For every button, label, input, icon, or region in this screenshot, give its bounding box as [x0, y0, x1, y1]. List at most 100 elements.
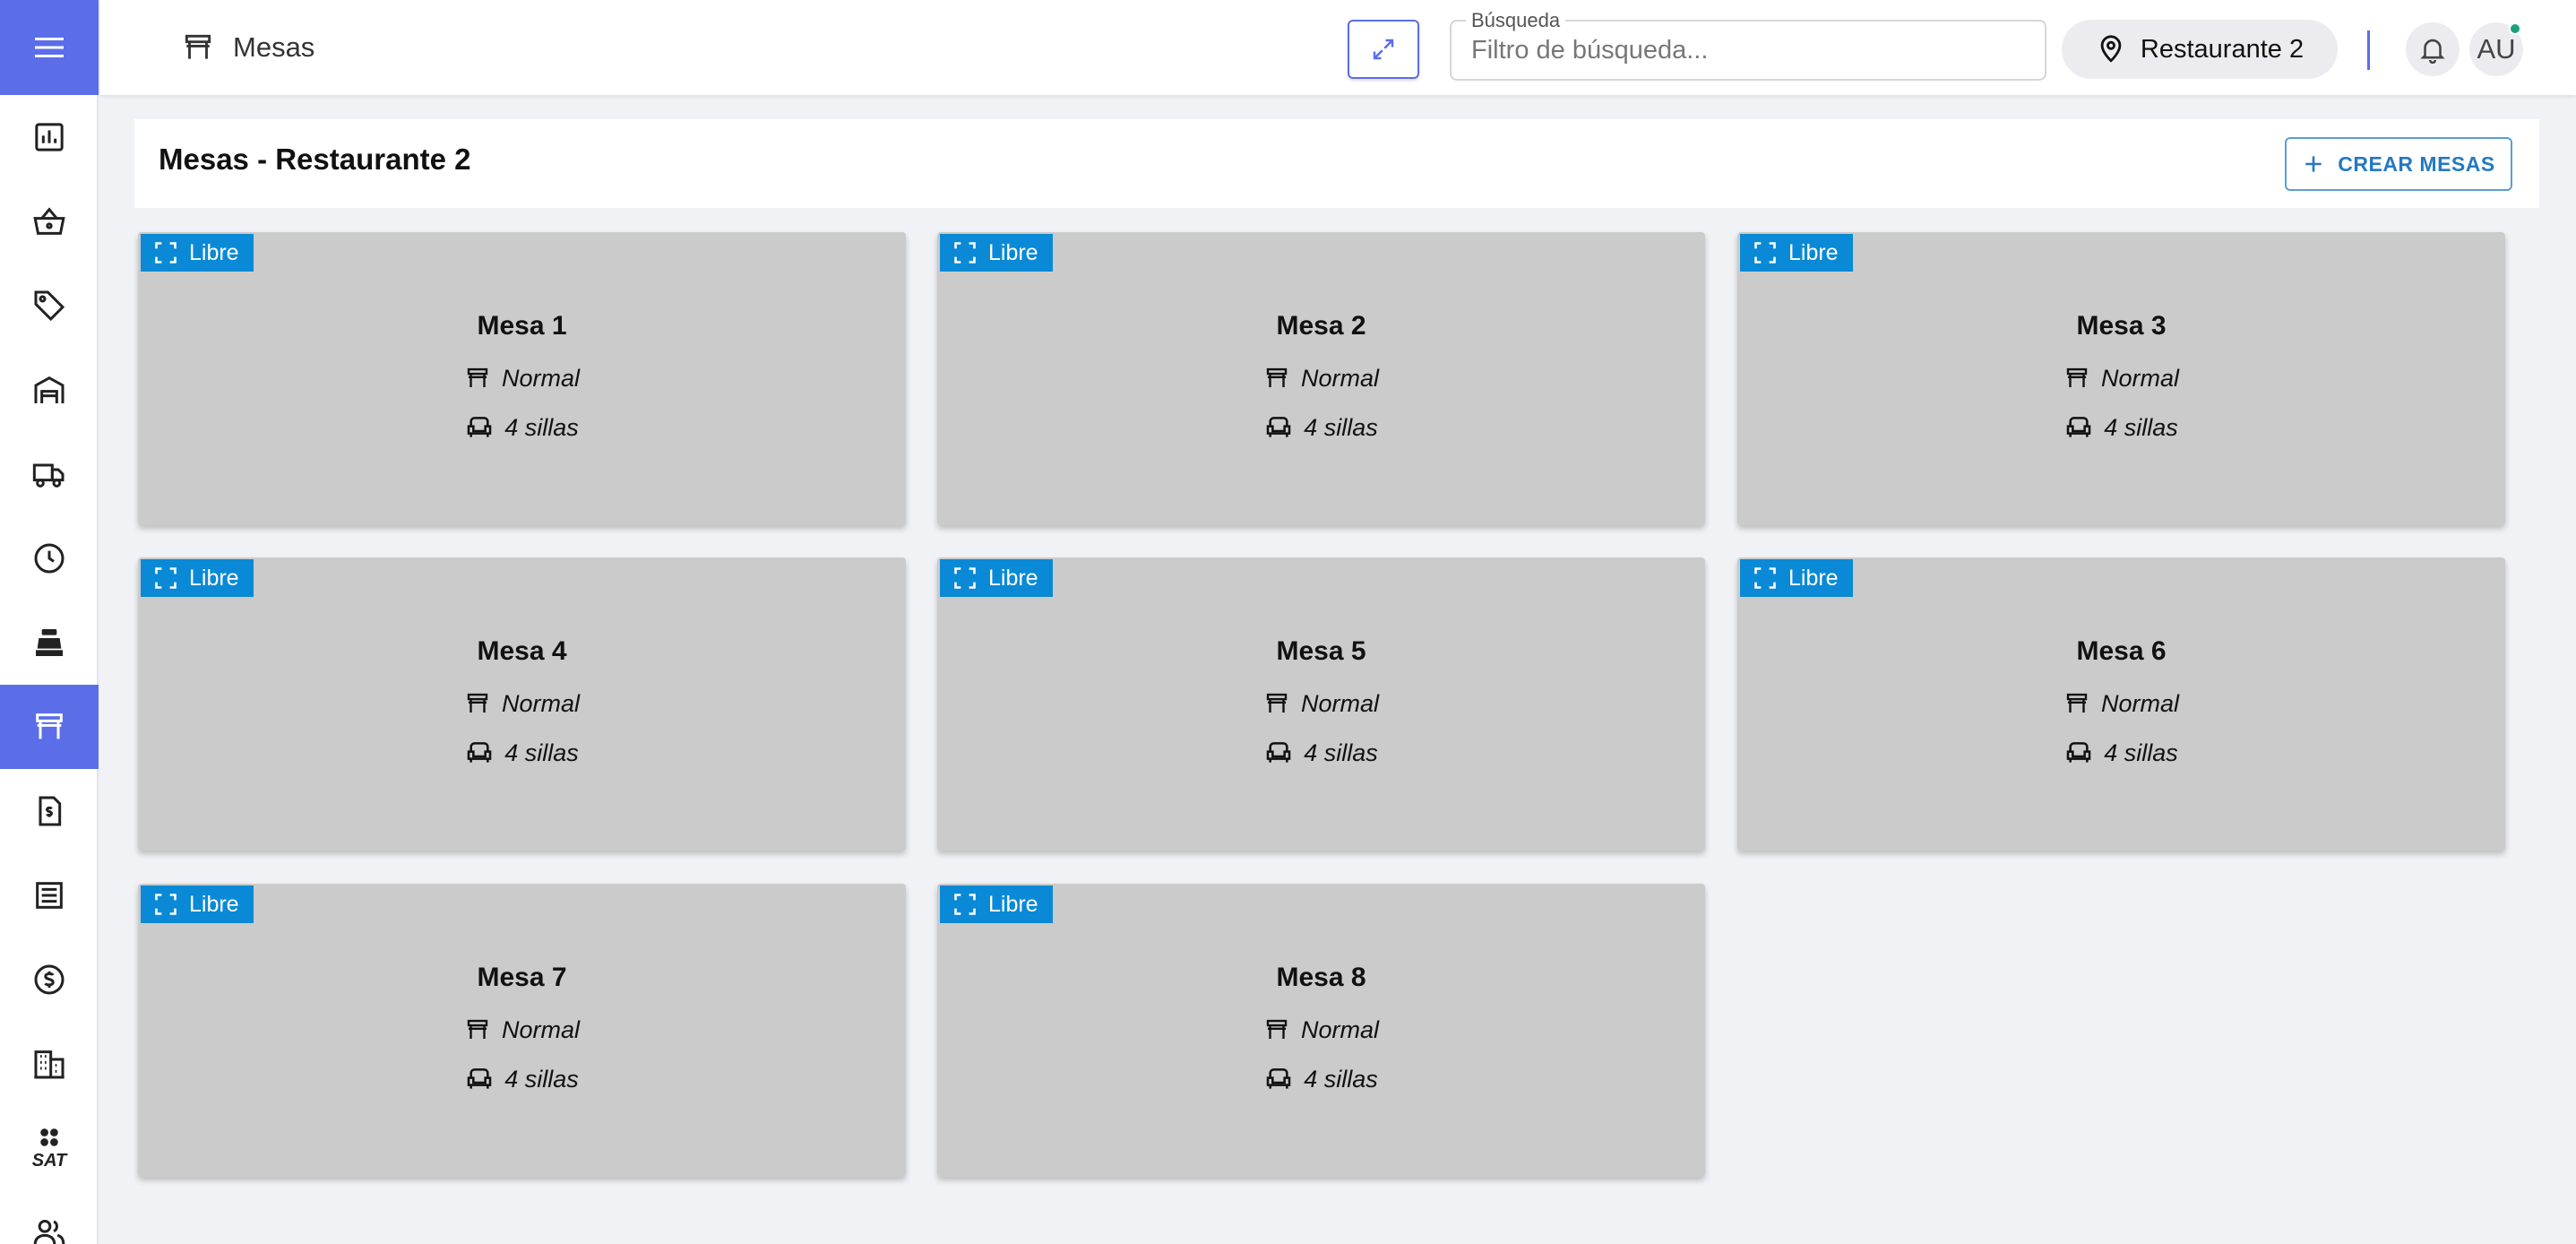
table-type: Normal	[937, 1012, 1705, 1048]
table-card[interactable]: Libre Mesa 5 Normal 4 sillas	[937, 557, 1705, 851]
breadcrumb: Mesas	[181, 27, 314, 68]
sidebar-item-invoices[interactable]	[0, 769, 99, 853]
table-chairs-label: 4 sillas	[2104, 739, 2178, 766]
page-title: Mesas - Restaurante 2	[159, 143, 471, 176]
table-type-label: Normal	[1300, 689, 1379, 717]
sidebar-item-delivery[interactable]	[0, 432, 99, 516]
table-name: Mesa 8	[1276, 963, 1366, 992]
bell-icon	[2420, 39, 2445, 65]
table-chairs-label: 4 sillas	[1304, 1065, 1378, 1093]
status-label: Libre	[988, 239, 1038, 265]
location-label: Restaurante 2	[2140, 34, 2305, 64]
create-tables-label: CREAR MESAS	[2338, 151, 2495, 176]
table-card[interactable]: Libre Mesa 3 Normal 4 sillas	[1737, 232, 2505, 525]
table-type-label: Normal	[2100, 364, 2179, 392]
sidebar-item-sat[interactable]: SAT	[0, 1106, 99, 1190]
table-card[interactable]: Libre Mesa 4 Normal 4 sillas	[138, 557, 906, 851]
table-icon	[1266, 1019, 1288, 1039]
status-badge: Libre	[1740, 234, 1853, 272]
table-chairs: 4 sillas	[937, 410, 1705, 445]
notifications-button[interactable]	[2406, 22, 2460, 76]
fullscreen-icon	[155, 242, 177, 263]
sidebar-item-receipts[interactable]	[0, 853, 99, 937]
sidebar-item-payments[interactable]	[0, 937, 99, 1022]
sidebar-item-history[interactable]	[0, 516, 99, 600]
fullscreen-icon	[155, 894, 177, 915]
table-icon	[467, 693, 488, 713]
sat-icon	[40, 1127, 58, 1146]
clock-icon	[34, 543, 65, 574]
register-icon	[36, 629, 63, 656]
user-avatar[interactable]: AU	[2469, 22, 2523, 76]
online-status-dot	[2509, 22, 2521, 35]
location-selector[interactable]: Restaurante 2	[2062, 20, 2338, 79]
basket-icon	[33, 207, 65, 235]
table-card[interactable]: Libre Mesa 6 Normal 4 sillas	[1737, 557, 2505, 851]
table-name: Mesa 3	[2076, 311, 2167, 341]
fullscreen-icon	[954, 894, 976, 915]
sidebar-item-companies[interactable]	[0, 1022, 99, 1106]
page-header: Mesas - Restaurante 2 CREAR MESAS	[134, 119, 2539, 208]
table-name: Mesa 6	[2076, 636, 2167, 666]
status-label: Libre	[189, 891, 239, 917]
table-card[interactable]: Libre Mesa 8 Normal 4 sillas	[937, 884, 1705, 1177]
dollar-icon	[34, 964, 65, 995]
fullscreen-icon	[1754, 567, 1776, 589]
table-type-label: Normal	[2100, 689, 2179, 717]
table-chairs: 4 sillas	[937, 1061, 1705, 1097]
search-input[interactable]	[1471, 22, 2027, 79]
table-icon	[185, 34, 211, 59]
table-icon	[467, 1019, 488, 1039]
table-card[interactable]: Libre Mesa 2 Normal 4 sillas	[937, 232, 1705, 525]
building-icon	[34, 1050, 65, 1079]
tag-icon	[34, 290, 65, 322]
table-chairs-label: 4 sillas	[1304, 413, 1378, 441]
sidebar-item-dashboard[interactable]	[0, 95, 99, 179]
bar-chart-icon	[35, 123, 64, 151]
receipt-icon	[36, 882, 63, 909]
table-chairs-label: 4 sillas	[2104, 413, 2178, 441]
sidebar-item-cash-register[interactable]	[0, 600, 99, 685]
sidebar-item-warehouse[interactable]	[0, 348, 99, 432]
table-type: Normal	[138, 1012, 906, 1048]
table-chairs-label: 4 sillas	[504, 413, 579, 441]
fullscreen-button[interactable]	[1348, 20, 1419, 79]
sidebar: SAT	[0, 0, 99, 1244]
armchair-icon	[2066, 742, 2091, 763]
table-icon	[1266, 367, 1288, 387]
fullscreen-icon	[155, 567, 177, 589]
status-label: Libre	[189, 239, 239, 265]
fullscreen-icon	[1754, 242, 1776, 263]
table-type: Normal	[138, 686, 906, 721]
table-card[interactable]: Libre Mesa 7 Normal 4 sillas	[138, 884, 906, 1177]
table-type-label: Normal	[1300, 1015, 1379, 1043]
table-card[interactable]: Libre Mesa 1 Normal 4 sillas	[138, 232, 906, 525]
armchair-icon	[467, 1068, 492, 1089]
table-type-label: Normal	[501, 689, 580, 717]
table-chairs-label: 4 sillas	[504, 739, 579, 766]
status-label: Libre	[189, 565, 239, 591]
table-name: Mesa 7	[477, 963, 567, 992]
table-icon	[1266, 693, 1288, 713]
sidebar-item-sales[interactable]	[0, 179, 99, 263]
hamburger-icon	[35, 38, 64, 57]
table-type-label: Normal	[501, 1015, 580, 1043]
table-chairs: 4 sillas	[1737, 410, 2505, 445]
sidebar-item-tables[interactable]	[0, 685, 99, 769]
table-name: Mesa 1	[477, 311, 567, 341]
table-icon	[467, 367, 488, 387]
sidebar-item-users[interactable]	[0, 1190, 99, 1244]
armchair-icon	[1266, 1068, 1291, 1089]
table-type: Normal	[1737, 686, 2505, 721]
status-badge: Libre	[141, 234, 254, 272]
status-label: Libre	[988, 565, 1038, 591]
create-tables-button[interactable]: CREAR MESAS	[2285, 137, 2512, 191]
table-name: Mesa 2	[1276, 311, 1366, 341]
menu-toggle-button[interactable]	[0, 0, 99, 95]
table-chairs: 4 sillas	[138, 1061, 906, 1097]
sidebar-item-products[interactable]	[0, 263, 99, 348]
table-chairs: 4 sillas	[1737, 735, 2505, 771]
search-field[interactable]: Búsqueda	[1450, 9, 2046, 81]
table-chairs: 4 sillas	[138, 410, 906, 445]
table-type-label: Normal	[501, 364, 580, 392]
